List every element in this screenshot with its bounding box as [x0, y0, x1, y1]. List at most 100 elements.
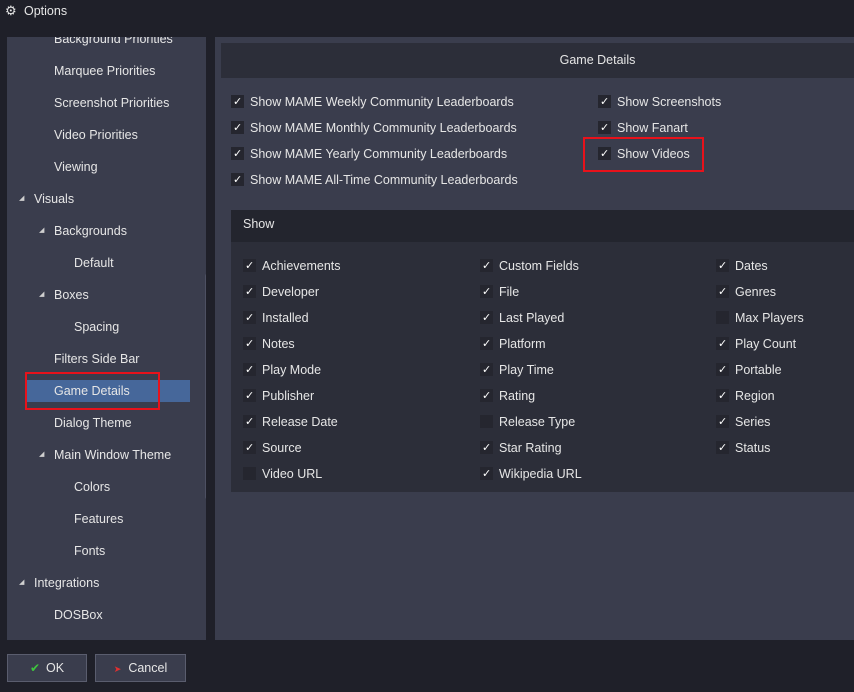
expand-arrow-icon[interactable]: ◢ [39, 284, 44, 306]
sidebar-item-colors[interactable]: Colors [7, 476, 197, 498]
sidebar-item-backgrounds[interactable]: ◢ Backgrounds [7, 220, 197, 242]
panel-title: Game Details [559, 53, 636, 67]
highlight-box-show-videos [583, 137, 704, 172]
sidebar-item-main-window-theme[interactable]: ◢ Main Window Theme [7, 444, 197, 466]
checkbox-label: Notes [262, 337, 295, 351]
checkbox-checked-icon[interactable] [480, 308, 493, 328]
checkbox-checked-icon[interactable] [598, 118, 611, 138]
checkbox-unchecked-icon[interactable] [480, 415, 493, 428]
sidebar-item-dialog-theme[interactable]: Dialog Theme [7, 412, 197, 434]
sidebar-item-label: Backgrounds [54, 224, 127, 238]
sidebar-item-boxes[interactable]: ◢ Boxes [7, 284, 197, 306]
checkbox-label: Publisher [262, 389, 315, 403]
cancel-icon: ➤ [113, 664, 122, 674]
sidebar-item-background-priorities[interactable]: Background Priorities [7, 37, 197, 50]
sidebar-item-label: Colors [74, 480, 111, 494]
ok-button[interactable]: ✔ OK [7, 654, 87, 682]
checkbox-checked-icon[interactable] [243, 360, 256, 380]
sidebar-item-viewing[interactable]: Viewing [7, 156, 197, 178]
checkbox-checked-icon[interactable] [480, 464, 493, 484]
checkbox-checked-icon[interactable] [716, 256, 729, 276]
checkbox-checked-icon[interactable] [231, 118, 244, 138]
sidebar-item-default[interactable]: Default [7, 252, 197, 274]
checkbox-label: Dates [735, 259, 768, 273]
checkbox-checked-icon[interactable] [480, 256, 493, 276]
checkbox-label: Show Fanart [617, 121, 688, 135]
expand-arrow-icon[interactable]: ◢ [19, 572, 24, 594]
checkbox-checked-icon[interactable] [243, 386, 256, 406]
checkbox-checked-icon[interactable] [243, 412, 256, 432]
checkbox-checked-icon[interactable] [716, 438, 729, 458]
checkbox-label: Installed [262, 311, 309, 325]
checkbox-label: Status [735, 441, 771, 455]
checkbox-checked-icon[interactable] [243, 256, 256, 276]
checkbox-checked-icon[interactable] [231, 170, 244, 190]
checkbox-checked-icon[interactable] [716, 412, 729, 432]
checkbox-checked-icon[interactable] [716, 386, 729, 406]
checkbox-checked-icon[interactable] [243, 438, 256, 458]
sidebar-item-label: Spacing [74, 320, 120, 334]
sidebar-item-label: Filters Side Bar [54, 352, 140, 366]
checkbox-label: Release Date [262, 415, 338, 429]
checkbox-label: Source [262, 441, 302, 455]
sidebar-item-dosbox[interactable]: DOSBox [7, 604, 197, 626]
checkbox-label: Release Type [499, 415, 576, 429]
sidebar-item-filters-side-bar[interactable]: Filters Side Bar [7, 348, 197, 370]
highlight-box-game-details [25, 372, 160, 410]
checkbox-checked-icon[interactable] [480, 386, 493, 406]
checkbox-label: Star Rating [499, 441, 562, 455]
checkbox-unchecked-icon[interactable] [243, 467, 256, 480]
checkbox-checked-icon[interactable] [231, 92, 244, 112]
expand-arrow-icon[interactable]: ◢ [39, 444, 44, 466]
expand-arrow-icon[interactable]: ◢ [39, 220, 44, 242]
checkbox-checked-icon[interactable] [480, 438, 493, 458]
checkbox-label: Show MAME Monthly Community Leaderboards [250, 121, 517, 135]
checkbox-label: Rating [499, 389, 536, 403]
sidebar-item-label: Fonts [74, 544, 106, 558]
checkbox-label: Video URL [262, 467, 323, 481]
checkbox-checked-icon[interactable] [716, 334, 729, 354]
cancel-button[interactable]: ➤ Cancel [95, 654, 186, 682]
sidebar-item-spacing[interactable]: Spacing [7, 316, 197, 338]
expand-arrow-icon[interactable]: ◢ [19, 188, 24, 210]
checkbox-label: Developer [262, 285, 319, 299]
sidebar-item-marquee-priorities[interactable]: Marquee Priorities [7, 60, 197, 82]
checkbox-checked-icon[interactable] [480, 282, 493, 302]
sidebar-item-label: Integrations [34, 576, 100, 590]
checkbox-checked-icon[interactable] [716, 282, 729, 302]
checkbox-checked-icon[interactable] [231, 144, 244, 164]
checkbox-label: Genres [735, 285, 776, 299]
sidebar-item-screenshot-priorities[interactable]: Screenshot Priorities [7, 92, 197, 114]
panel-header: Game Details [221, 43, 854, 78]
sidebar-item-label: Video Priorities [54, 128, 138, 142]
sidebar-item-video-priorities[interactable]: Video Priorities [7, 124, 197, 146]
sidebar-scrollbar[interactable] [205, 274, 206, 499]
sidebar-item-label: Viewing [54, 160, 98, 174]
checkbox-checked-icon[interactable] [480, 334, 493, 354]
sidebar-item-fonts[interactable]: Fonts [7, 540, 197, 562]
sidebar-item-features[interactable]: Features [7, 508, 197, 530]
checkbox-label: File [499, 285, 520, 299]
sidebar-item-integrations[interactable]: ◢ Integrations [7, 572, 197, 594]
checkbox-label: Show MAME Weekly Community Leaderboards [250, 95, 514, 109]
checkbox-checked-icon[interactable] [243, 282, 256, 302]
checkbox-checked-icon[interactable] [243, 308, 256, 328]
show-section-header: Show [231, 210, 854, 242]
sidebar-item-label: DOSBox [54, 608, 103, 622]
window-title: Options [24, 4, 68, 18]
options-sidebar[interactable]: Background Priorities Marquee Priorities S… [7, 37, 206, 640]
checkbox-checked-icon[interactable] [243, 334, 256, 354]
checkbox-label: Max Players [735, 311, 804, 325]
checkbox-checked-icon[interactable] [716, 360, 729, 380]
checkbox-checked-icon[interactable] [480, 360, 493, 380]
sidebar-item-label: Screenshot Priorities [54, 96, 170, 110]
checkbox-label: Platform [499, 337, 546, 351]
sidebar-item-label: Dialog Theme [54, 416, 132, 430]
sidebar-item-label: Features [74, 512, 124, 526]
checkbox-unchecked-icon[interactable] [716, 311, 729, 324]
checkbox-label: Play Mode [262, 363, 322, 377]
checkbox-label: Show MAME All-Time Community Leaderboard… [250, 173, 518, 187]
checkbox-checked-icon[interactable] [598, 92, 611, 112]
sidebar-item-label: Boxes [54, 288, 89, 302]
sidebar-item-visuals[interactable]: ◢ Visuals [7, 188, 197, 210]
